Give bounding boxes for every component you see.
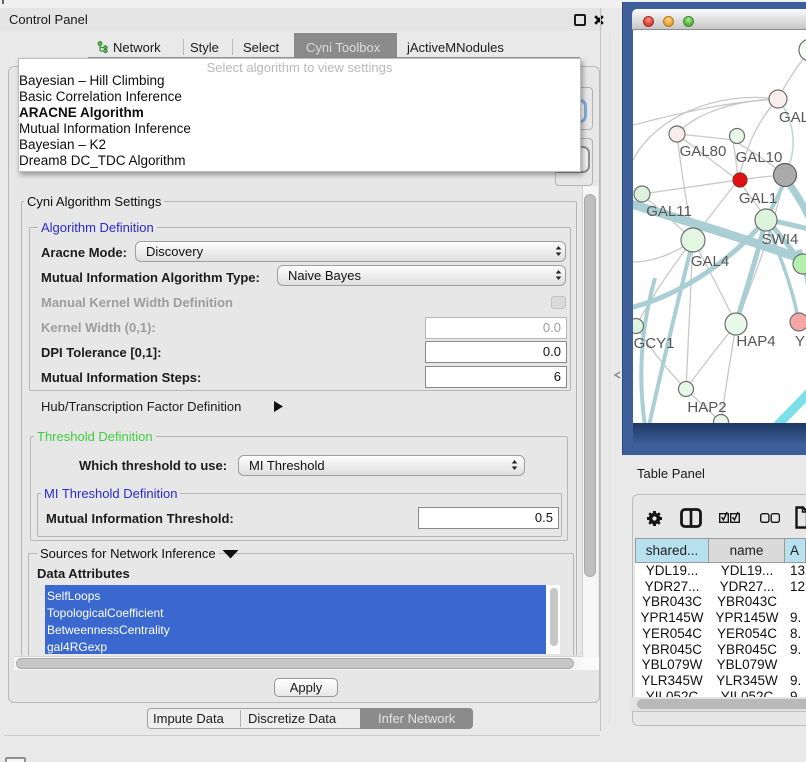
svg-text:GAL10: GAL10 xyxy=(736,149,783,166)
svg-text:Y: Y xyxy=(795,333,805,350)
svg-text:GAL4: GAL4 xyxy=(691,253,729,270)
svg-text:GCY1: GCY1 xyxy=(634,335,675,352)
svg-text:GAL8: GAL8 xyxy=(779,109,806,126)
svg-text:HAP4: HAP4 xyxy=(736,333,775,350)
svg-text:GAL80: GAL80 xyxy=(680,143,727,160)
svg-text:HAP2: HAP2 xyxy=(687,399,726,416)
svg-text:SWI4: SWI4 xyxy=(762,231,799,248)
svg-text:GAL1: GAL1 xyxy=(739,190,777,207)
svg-text:GAL11: GAL11 xyxy=(646,203,692,220)
